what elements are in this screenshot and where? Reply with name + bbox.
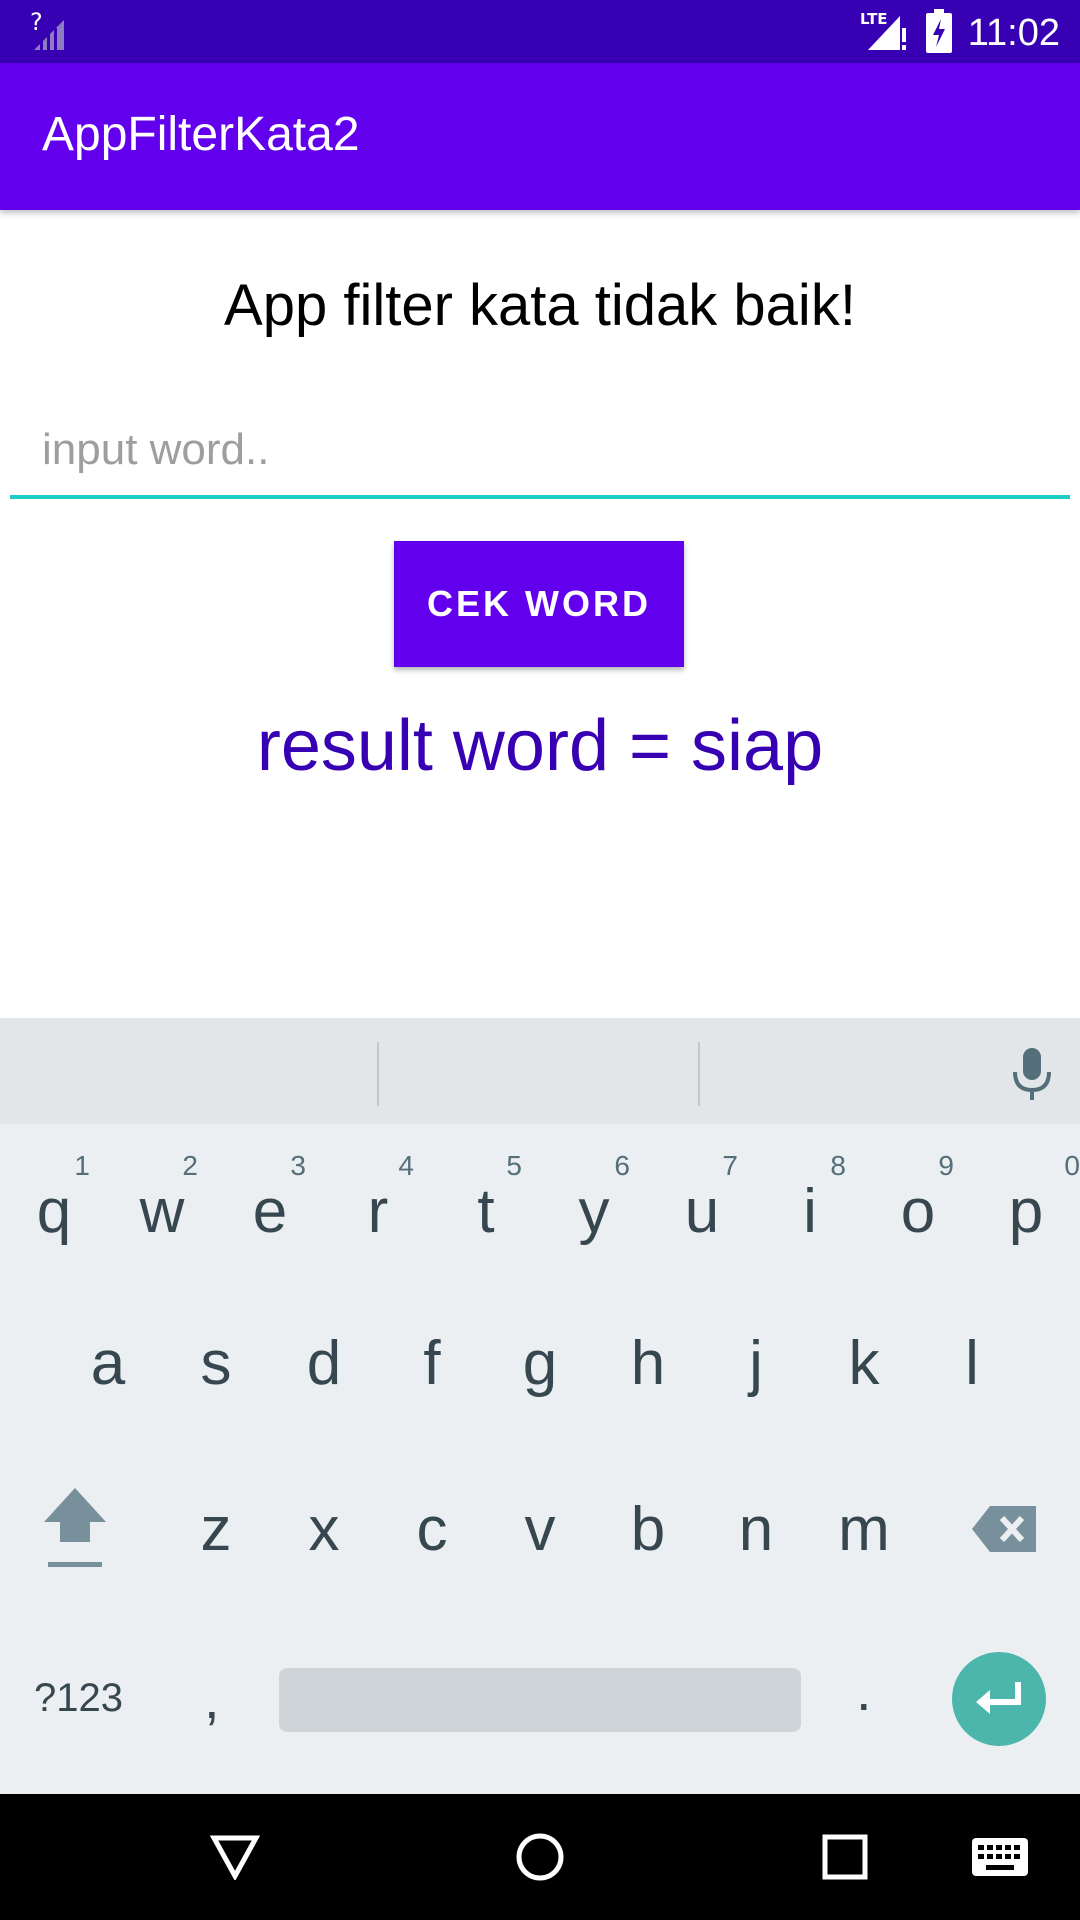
key-j[interactable]: j	[702, 1280, 810, 1430]
enter-icon	[974, 1678, 1024, 1724]
result-text: result word = siap	[256, 706, 824, 786]
key-f[interactable]: f	[378, 1280, 486, 1430]
recents-icon[interactable]	[822, 1834, 868, 1884]
key-z[interactable]: z	[162, 1442, 270, 1592]
key-n[interactable]: n	[702, 1442, 810, 1592]
suggestion-divider	[377, 1042, 379, 1106]
key-t[interactable]: 5t	[432, 1124, 540, 1274]
key-r[interactable]: 4r	[324, 1124, 432, 1274]
key-h[interactable]: h	[594, 1280, 702, 1430]
key-b[interactable]: b	[594, 1442, 702, 1592]
key-m[interactable]: m	[810, 1442, 918, 1592]
svg-text:?: ?	[30, 8, 43, 36]
svg-text:LTE: LTE	[860, 10, 888, 28]
navigation-bar	[0, 1794, 1080, 1920]
key-x[interactable]: x	[270, 1442, 378, 1592]
keyboard-switch-icon[interactable]	[972, 1838, 1028, 1882]
key-a[interactable]: a	[54, 1280, 162, 1430]
space-bar[interactable]	[279, 1668, 801, 1732]
comma-key[interactable]: ,	[204, 1666, 220, 1731]
key-i[interactable]: 8i	[756, 1124, 864, 1274]
app-bar: AppFilterKata2	[0, 63, 1080, 210]
key-s[interactable]: s	[162, 1280, 270, 1430]
key-c[interactable]: c	[378, 1442, 486, 1592]
key-y[interactable]: 6y	[540, 1124, 648, 1274]
backspace-key[interactable]	[950, 1442, 1070, 1592]
key-d[interactable]: d	[270, 1280, 378, 1430]
back-icon[interactable]	[209, 1834, 261, 1884]
key-k[interactable]: k	[810, 1280, 918, 1430]
status-bar: ? LTE 11:02	[0, 0, 1080, 63]
enter-key[interactable]	[952, 1652, 1046, 1746]
key-l[interactable]: l	[918, 1280, 1026, 1430]
shift-key[interactable]	[20, 1448, 130, 1598]
cek-word-button[interactable]: CEK WORD	[394, 541, 684, 667]
key-u[interactable]: 7u	[648, 1124, 756, 1274]
mic-icon[interactable]	[1010, 1046, 1054, 1106]
period-key[interactable]: .	[856, 1658, 872, 1723]
battery-charging-icon	[925, 9, 952, 57]
page-heading: App filter kata tidak baik!	[224, 273, 856, 338]
soft-keyboard: 1q 2w 3e 4r 5t 6y 7u 8i 9o 0p a s d f g …	[0, 1018, 1080, 1794]
suggestion-divider	[698, 1042, 700, 1106]
status-time: 11:02	[967, 11, 1060, 54]
key-v[interactable]: v	[486, 1442, 594, 1592]
app-title: AppFilterKata2	[42, 108, 360, 161]
backspace-icon	[972, 1498, 1038, 1569]
key-o[interactable]: 9o	[864, 1124, 972, 1274]
word-input-container[interactable]	[10, 405, 1070, 499]
key-p[interactable]: 0p	[972, 1124, 1080, 1274]
key-e[interactable]: 3e	[216, 1124, 324, 1274]
lte-signal-icon: LTE	[860, 8, 910, 58]
symbols-key[interactable]: ?123	[34, 1676, 123, 1721]
key-q[interactable]: 1q	[0, 1124, 108, 1274]
key-w[interactable]: 2w	[108, 1124, 216, 1274]
home-icon[interactable]	[515, 1832, 565, 1886]
signal-unknown-icon: ?	[30, 8, 70, 56]
word-input[interactable]	[40, 419, 1034, 481]
shift-icon	[42, 1484, 108, 1589]
suggestion-strip	[0, 1018, 1080, 1124]
key-g[interactable]: g	[486, 1280, 594, 1430]
